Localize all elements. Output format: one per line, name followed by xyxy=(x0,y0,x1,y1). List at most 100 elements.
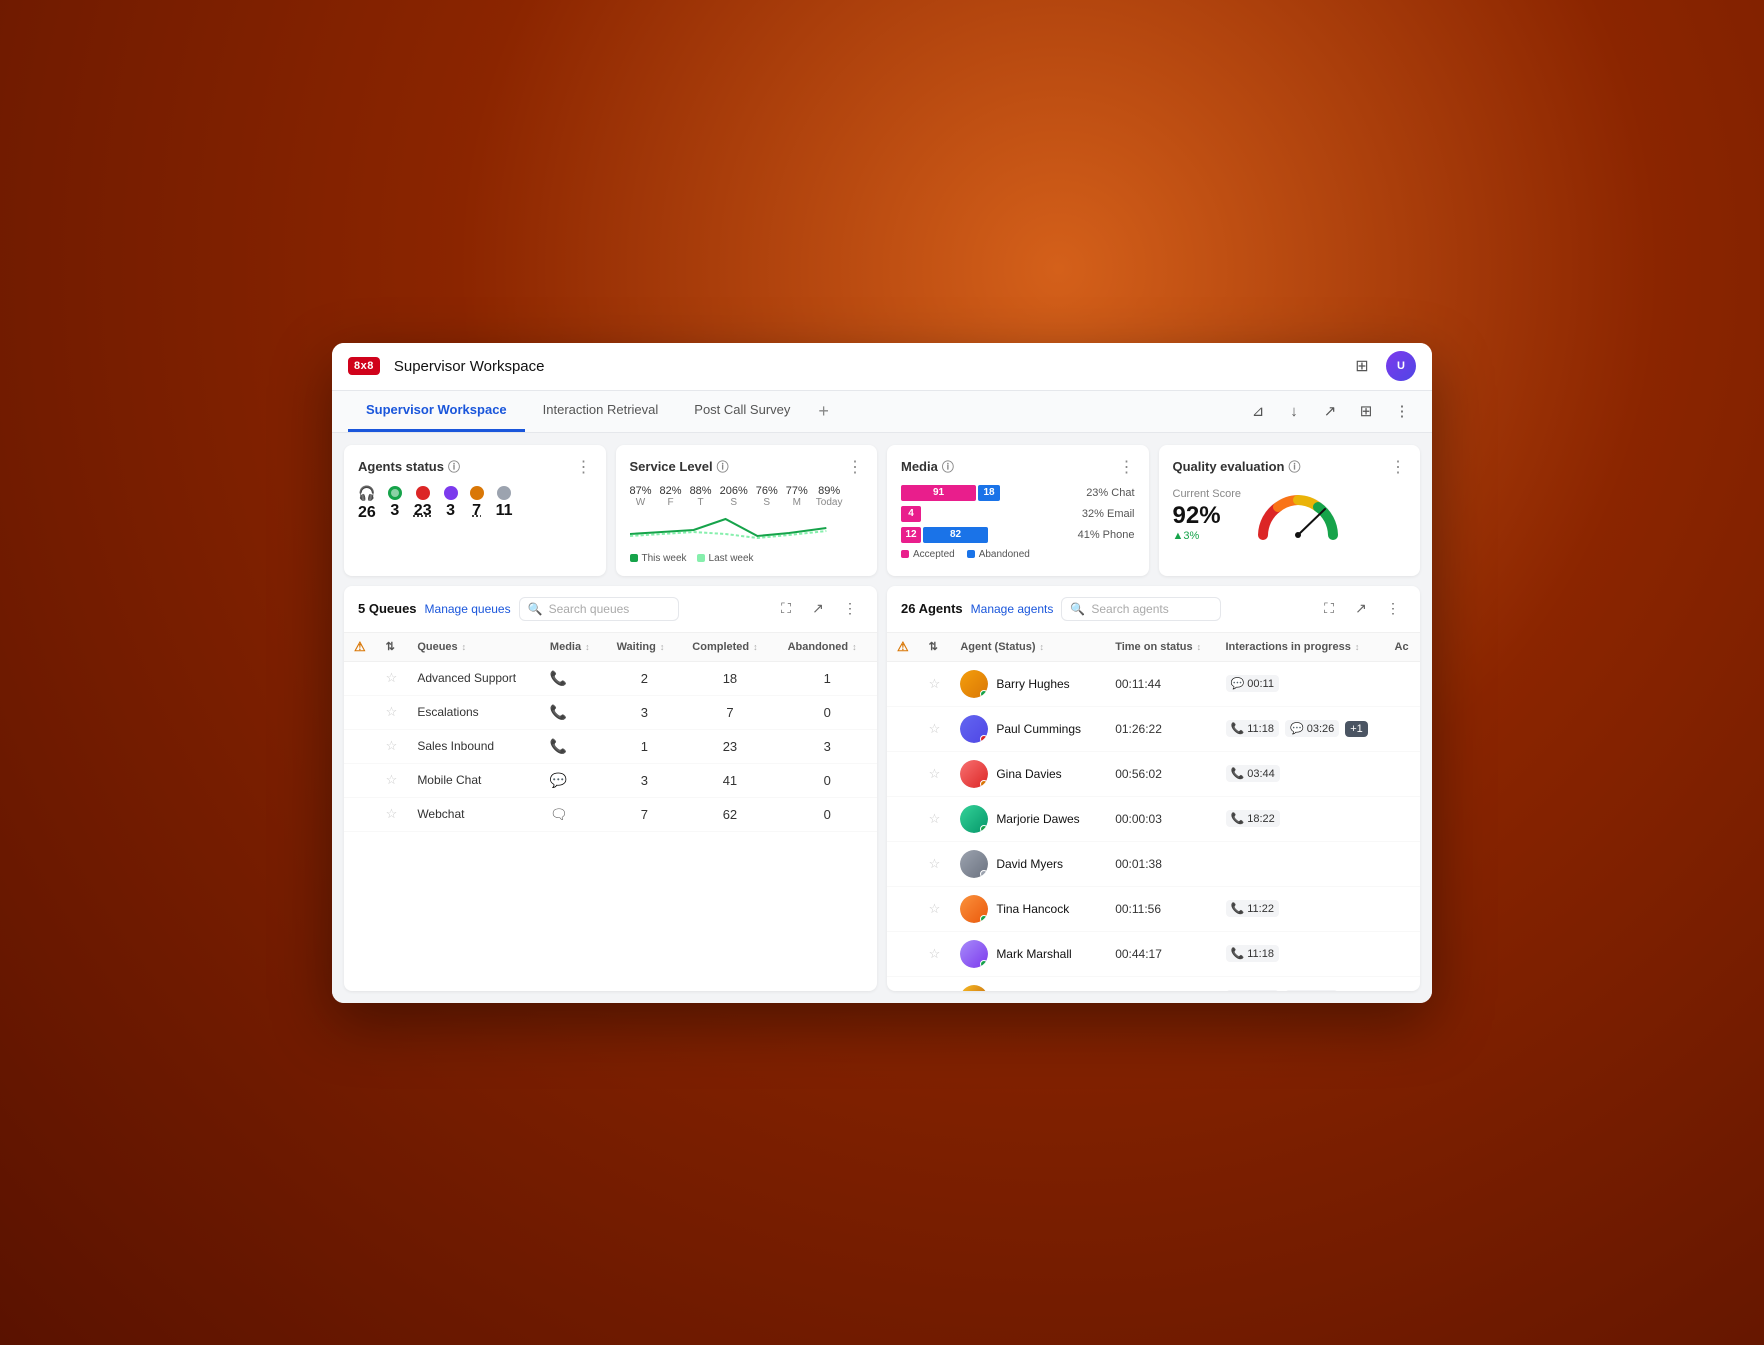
agents-status-info-icon[interactable]: ⓘ xyxy=(448,458,460,475)
th-media[interactable]: Media ↕ xyxy=(540,633,607,662)
row-star[interactable]: ☆ xyxy=(376,763,408,797)
sl-day-t: 88% T xyxy=(690,485,712,508)
row-waiting: 1 xyxy=(607,729,683,763)
th-queues[interactable]: Queues ↕ xyxy=(407,633,540,662)
tab-supervisor[interactable]: Supervisor Workspace xyxy=(348,390,525,432)
interaction-badge: 💬 00:11 xyxy=(1285,990,1338,991)
offline-count: 11 xyxy=(496,502,513,520)
layout-icon[interactable]: ⊞ xyxy=(1352,397,1380,425)
agent-alert xyxy=(887,886,919,931)
queues-export-icon[interactable]: ↗ xyxy=(805,596,831,622)
phone-bar-container: 12 82 xyxy=(901,527,1072,543)
agent-star[interactable]: ☆ xyxy=(919,661,951,706)
agent-name: Mark Marshall xyxy=(996,947,1071,961)
tab-postcall[interactable]: Post Call Survey xyxy=(676,390,808,432)
th-completed[interactable]: Completed ↕ xyxy=(682,633,777,662)
user-avatar[interactable]: U xyxy=(1386,351,1416,381)
quality-menu[interactable]: ⋮ xyxy=(1390,457,1406,477)
th-waiting[interactable]: Waiting ↕ xyxy=(607,633,683,662)
add-tab-button[interactable]: + xyxy=(808,401,839,422)
download-icon[interactable]: ↓ xyxy=(1280,397,1308,425)
agent-star[interactable]: ☆ xyxy=(919,706,951,751)
available-count: 3 xyxy=(390,502,399,520)
agents-count: 26 Agents xyxy=(901,601,963,616)
service-level-header: Service Level ⓘ ⋮ xyxy=(630,457,864,477)
th-ac[interactable]: Ac xyxy=(1385,633,1420,662)
busy-count: 23 xyxy=(414,502,432,520)
agent-cell: Paul Cummings xyxy=(960,715,1095,743)
th-interactions[interactable]: Interactions in progress ↕ xyxy=(1216,633,1385,662)
row-star[interactable]: ☆ xyxy=(376,797,408,831)
agent-star[interactable]: ☆ xyxy=(919,886,951,931)
agent-time: 00:11:56 xyxy=(1105,886,1215,931)
agent-alert xyxy=(887,796,919,841)
th-abandoned[interactable]: Abandoned ↕ xyxy=(778,633,877,662)
agent-interactions: 📞 11:22 xyxy=(1216,886,1385,931)
table-row: ☆ Paul Cummings xyxy=(887,706,1420,751)
tab-interaction[interactable]: Interaction Retrieval xyxy=(525,390,677,432)
th-time-on-status[interactable]: Time on status ↕ xyxy=(1105,633,1215,662)
agent-name: Marjorie Dawes xyxy=(996,812,1079,826)
th-agent-sort[interactable]: ⇅ xyxy=(919,633,951,662)
agent-interactions: 📞 03:44 xyxy=(1216,751,1385,796)
grid-icon[interactable]: ⊞ xyxy=(1348,352,1376,380)
interaction-badge: 📞 11:18 xyxy=(1226,945,1279,962)
agent-interactions: 📞 11:18 💬 03:26 +1 xyxy=(1216,706,1385,751)
more-icon[interactable]: ⋮ xyxy=(1388,397,1416,425)
interaction-cell: 📞 11:18 💬 00:11 xyxy=(1226,990,1375,991)
agents-status-panel: Agents status ⓘ ⋮ 🎧 26 3 xyxy=(344,445,606,576)
agent-time: 00:00:22 xyxy=(1105,976,1215,991)
media-bars: 91 18 23% Chat 4 32% Email xyxy=(901,485,1135,543)
status-indicator xyxy=(980,735,988,743)
row-star[interactable]: ☆ xyxy=(376,695,408,729)
phone-label: 41% Phone xyxy=(1078,529,1135,541)
th-sort[interactable]: ⇅ xyxy=(376,633,408,662)
chat-label: 23% Chat xyxy=(1086,487,1134,499)
agent-name-cell: Mark Marshall xyxy=(950,931,1105,976)
row-star[interactable]: ☆ xyxy=(376,729,408,763)
agent-star[interactable]: ☆ xyxy=(919,841,951,886)
agent-star[interactable]: ☆ xyxy=(919,931,951,976)
row-completed: 41 xyxy=(682,763,777,797)
manage-queues-link[interactable]: Manage queues xyxy=(425,602,511,616)
email-label: 32% Email xyxy=(1082,508,1135,520)
media-menu[interactable]: ⋮ xyxy=(1119,457,1135,477)
sl-info-icon[interactable]: ⓘ xyxy=(717,458,729,475)
media-bar-email: 4 32% Email xyxy=(901,506,1135,522)
media-panel: Media ⓘ ⋮ 91 18 23% Chat xyxy=(887,445,1149,576)
agents-table: ⚠ ⇅ Agent (Status) ↕ Time on status ↕ In… xyxy=(887,633,1420,991)
score-value: 92% xyxy=(1173,502,1241,530)
th-agent-name[interactable]: Agent (Status) ↕ xyxy=(950,633,1105,662)
agents-search-box[interactable]: 🔍 Search agents xyxy=(1061,597,1221,621)
agent-star[interactable]: ☆ xyxy=(919,751,951,796)
queues-search-box[interactable]: 🔍 Search queues xyxy=(519,597,679,621)
accepted-dot xyxy=(901,550,909,558)
row-star[interactable]: ☆ xyxy=(376,661,408,695)
quality-info-icon[interactable]: ⓘ xyxy=(1288,458,1300,475)
agent-star[interactable]: ☆ xyxy=(919,796,951,841)
row-alert xyxy=(344,661,376,695)
manage-agents-link[interactable]: Manage agents xyxy=(971,602,1054,616)
row-waiting: 2 xyxy=(607,661,683,695)
tab-bar-actions: ⊿ ↓ ↗ ⊞ ⋮ xyxy=(1244,397,1416,425)
score-label: Current Score xyxy=(1173,488,1241,500)
media-info-icon[interactable]: ⓘ xyxy=(942,458,954,475)
filter-icon[interactable]: ⊿ xyxy=(1244,397,1272,425)
status-total: 🎧 26 xyxy=(358,485,376,522)
agents-expand-icon[interactable]: ⛶ xyxy=(1316,596,1342,622)
agents-more-icon[interactable]: ⋮ xyxy=(1380,596,1406,622)
agent-name-cell: Marjorie Dawes xyxy=(950,796,1105,841)
lastweek-dot xyxy=(697,554,705,562)
tab-bar: Supervisor Workspace Interaction Retriev… xyxy=(332,391,1432,433)
agents-export-icon[interactable]: ↗ xyxy=(1348,596,1374,622)
agent-star[interactable]: ☆ xyxy=(919,976,951,991)
queues-expand-icon[interactable]: ⛶ xyxy=(773,596,799,622)
agent-ac xyxy=(1385,976,1420,991)
export-icon[interactable]: ↗ xyxy=(1316,397,1344,425)
gray-dot xyxy=(497,486,511,500)
sl-menu[interactable]: ⋮ xyxy=(847,457,863,477)
row-media-icon: 🗨 xyxy=(540,797,607,831)
agents-status-menu[interactable]: ⋮ xyxy=(576,457,592,477)
queues-more-icon[interactable]: ⋮ xyxy=(837,596,863,622)
row-queue-name: Mobile Chat xyxy=(407,763,540,797)
